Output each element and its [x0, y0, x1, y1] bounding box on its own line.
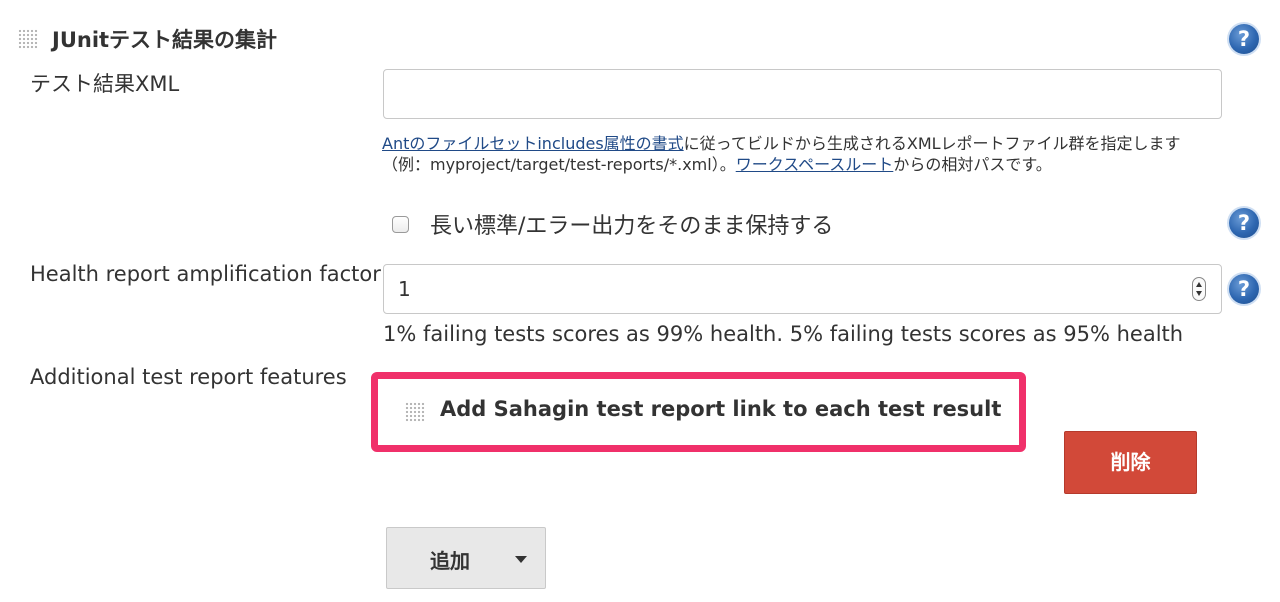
junit-config-panel: JUnitテスト結果の集計 ? テスト結果XML Antのファイルセットincl…	[0, 0, 1280, 602]
test-results-xml-label: テスト結果XML	[30, 72, 180, 96]
number-spinner[interactable]	[1192, 277, 1206, 301]
section-title: JUnitテスト結果の集計	[52, 28, 278, 52]
help-icon[interactable]: ?	[1229, 274, 1259, 304]
add-dropdown-button[interactable]: 追加	[386, 527, 546, 589]
additional-features-label: Additional test report features	[30, 365, 347, 389]
ant-fileset-link[interactable]: Antのファイルセットincludes属性の書式	[382, 134, 684, 153]
test-results-xml-input[interactable]	[383, 69, 1222, 119]
caret-down-icon	[515, 556, 527, 563]
keep-long-output-label: 長い標準/エラー出力をそのまま保持する	[430, 214, 834, 239]
health-factor-input[interactable]	[383, 264, 1222, 314]
test-results-xml-description: Antのファイルセットincludes属性の書式に従ってビルドから生成されるXM…	[382, 133, 1224, 175]
workspace-root-link[interactable]: ワークスペースルート	[736, 155, 894, 174]
health-factor-label: Health report amplification factor	[30, 262, 381, 286]
feature-item-title: Add Sahagin test report link to each tes…	[440, 397, 1002, 421]
keep-long-output-checkbox[interactable]	[392, 216, 409, 233]
add-button-label: 追加	[430, 549, 470, 573]
help-icon[interactable]: ?	[1229, 208, 1259, 238]
description-text-2: からの相対パスです。	[893, 155, 1052, 174]
drag-handle-icon[interactable]	[18, 29, 38, 49]
help-icon[interactable]: ?	[1229, 24, 1259, 54]
spinner-up-icon[interactable]	[1196, 282, 1202, 287]
spinner-down-icon[interactable]	[1196, 291, 1202, 296]
drag-handle-icon[interactable]	[405, 402, 425, 422]
delete-button[interactable]: 削除	[1064, 431, 1197, 494]
health-factor-hint: 1% failing tests scores as 99% health. 5…	[383, 322, 1184, 346]
feature-item: Add Sahagin test report link to each tes…	[371, 372, 1026, 452]
